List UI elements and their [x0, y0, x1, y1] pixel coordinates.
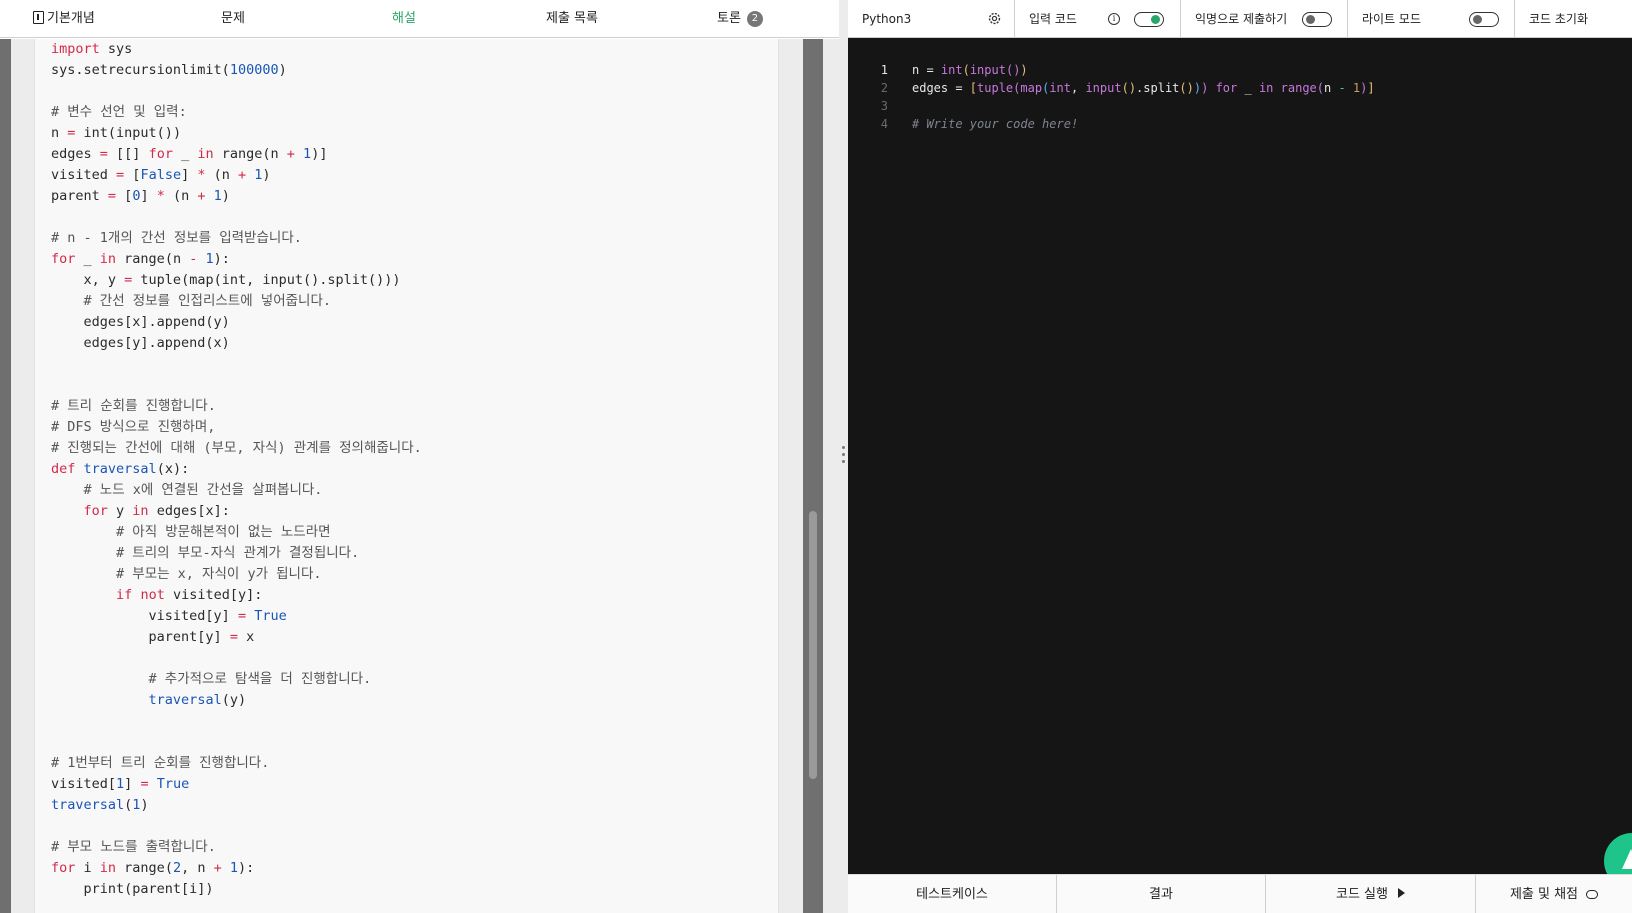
language-label: Python3: [862, 12, 912, 26]
book-icon: [33, 11, 44, 24]
left-pane: 기본개념 문제 해설 제출 목록 토론 2 import sys sys.setr…: [0, 0, 839, 913]
left-gutter: [0, 39, 11, 913]
input-code-label: 입력 코드: [1029, 12, 1077, 26]
scrollbar-thumb[interactable]: [809, 511, 817, 779]
tab-label: 문제: [221, 11, 245, 26]
anonymous-toggle[interactable]: [1302, 12, 1332, 27]
tab-submissions[interactable]: 제출 목록: [546, 0, 598, 37]
tab-label: 제출 목록: [546, 11, 598, 26]
solution-code-block: import sys sys.setrecursionlimit(100000)…: [34, 39, 779, 913]
scrollbar-track[interactable]: [803, 39, 823, 913]
editor-action-bar: 테스트케이스 결과 코드 실행 제출 및 채점: [848, 874, 1632, 913]
anonymous-label: 익명으로 제출하기: [1195, 12, 1288, 26]
language-select[interactable]: Python3: [848, 0, 1015, 38]
problem-tab-bar: 기본개념 문제 해설 제출 목록 토론 2: [0, 0, 839, 38]
line-number: 2: [880, 81, 888, 95]
pane-resize-handle[interactable]: [839, 0, 848, 913]
reset-code-button[interactable]: 코드 초기화: [1515, 0, 1632, 38]
discussion-count-badge: 2: [746, 11, 763, 27]
toggle-knob: [1473, 15, 1482, 24]
light-mode-toggle-cell: 라이트 모드: [1348, 0, 1515, 38]
line-number-gutter: 1 2 3 4: [848, 61, 888, 133]
drag-dot: [842, 453, 845, 456]
line-number: 3: [880, 99, 888, 113]
anonymous-toggle-cell: 익명으로 제출하기: [1181, 0, 1348, 38]
triangle-icon: [1622, 849, 1632, 869]
info-icon[interactable]: i: [1108, 13, 1120, 25]
cloud-icon: [1586, 890, 1599, 899]
editor-pane: Python3 입력 코드 i 익명으로 제출하기 라이트 모드 코드 초기화 …: [848, 0, 1632, 913]
editor-code[interactable]: n = int(input()) edges = [tuple(map(int,…: [912, 61, 1375, 133]
line-number: 4: [880, 117, 888, 131]
tab-label: 토론: [717, 11, 741, 26]
solution-code: import sys sys.setrecursionlimit(100000)…: [51, 41, 422, 897]
editor-toolbar: Python3 입력 코드 i 익명으로 제출하기 라이트 모드 코드 초기화: [848, 0, 1632, 38]
submit-button[interactable]: 제출 및 채점: [1476, 875, 1632, 913]
submit-label: 제출 및 채점: [1509, 887, 1579, 902]
tab-solution[interactable]: 해설: [392, 0, 416, 37]
tab-label: 기본개념: [47, 11, 95, 26]
input-code-toggle[interactable]: [1134, 12, 1164, 27]
play-icon: [1397, 888, 1405, 898]
run-code-button[interactable]: 코드 실행: [1266, 875, 1476, 913]
line-number: 1: [880, 63, 888, 77]
light-mode-label: 라이트 모드: [1362, 12, 1422, 26]
tab-basic-concept[interactable]: 기본개념: [33, 0, 95, 37]
drag-dot: [842, 446, 845, 449]
drag-dot: [842, 460, 845, 463]
testcase-label: 테스트케이스: [916, 887, 988, 902]
testcase-button[interactable]: 테스트케이스: [848, 875, 1057, 913]
toggle-knob: [1151, 15, 1160, 24]
tab-problem[interactable]: 문제: [221, 0, 245, 37]
toggle-knob: [1306, 15, 1315, 24]
tab-label: 해설: [392, 11, 416, 26]
result-button[interactable]: 결과: [1057, 875, 1266, 913]
light-mode-toggle[interactable]: [1469, 12, 1499, 27]
reset-code-label: 코드 초기화: [1529, 12, 1589, 26]
result-label: 결과: [1149, 887, 1173, 902]
tab-discussion[interactable]: 토론 2: [717, 0, 763, 37]
gear-icon[interactable]: [987, 11, 1002, 26]
run-code-label: 코드 실행: [1336, 887, 1388, 902]
solution-content: import sys sys.setrecursionlimit(100000)…: [0, 39, 839, 913]
code-editor[interactable]: 1 2 3 4 n = int(input()) edges = [tuple(map…: [848, 39, 1632, 889]
input-code-toggle-cell: 입력 코드 i: [1015, 0, 1181, 38]
